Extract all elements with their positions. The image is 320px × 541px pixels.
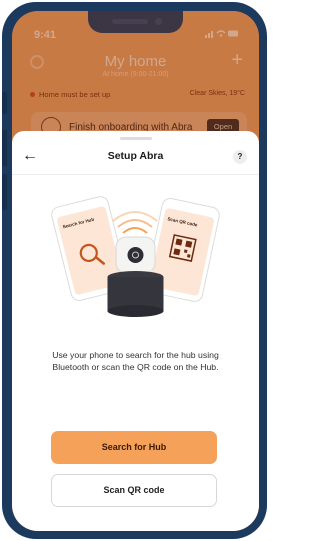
hub-button: [127, 247, 144, 263]
setup-sheet: ← Setup Abra ? Search for Hub Scan QR co…: [12, 131, 259, 531]
phone-frame: 9:41 My home At home (9:00-21:00) + Home…: [2, 2, 267, 539]
setup-description: Use your phone to search for the hub usi…: [52, 350, 219, 372]
side-button: [2, 92, 7, 114]
side-button: [2, 130, 7, 166]
page: 9:41 My home At home (9:00-21:00) + Home…: [0, 0, 269, 541]
header-divider: [12, 174, 259, 175]
search-for-hub-button[interactable]: Search for Hub: [51, 431, 217, 464]
help-button[interactable]: ?: [233, 150, 247, 164]
wifi-waves-icon: [112, 211, 158, 234]
sheet-title: Setup Abra: [107, 150, 164, 162]
side-button: [2, 174, 7, 210]
scan-qr-code-button[interactable]: Scan QR code: [51, 474, 217, 507]
hub-illustration: Search for Hub Scan QR code: [51, 196, 220, 317]
phone-screen: 9:41 My home At home (9:00-21:00) + Home…: [12, 11, 259, 531]
sheet-grabber[interactable]: [120, 137, 152, 140]
